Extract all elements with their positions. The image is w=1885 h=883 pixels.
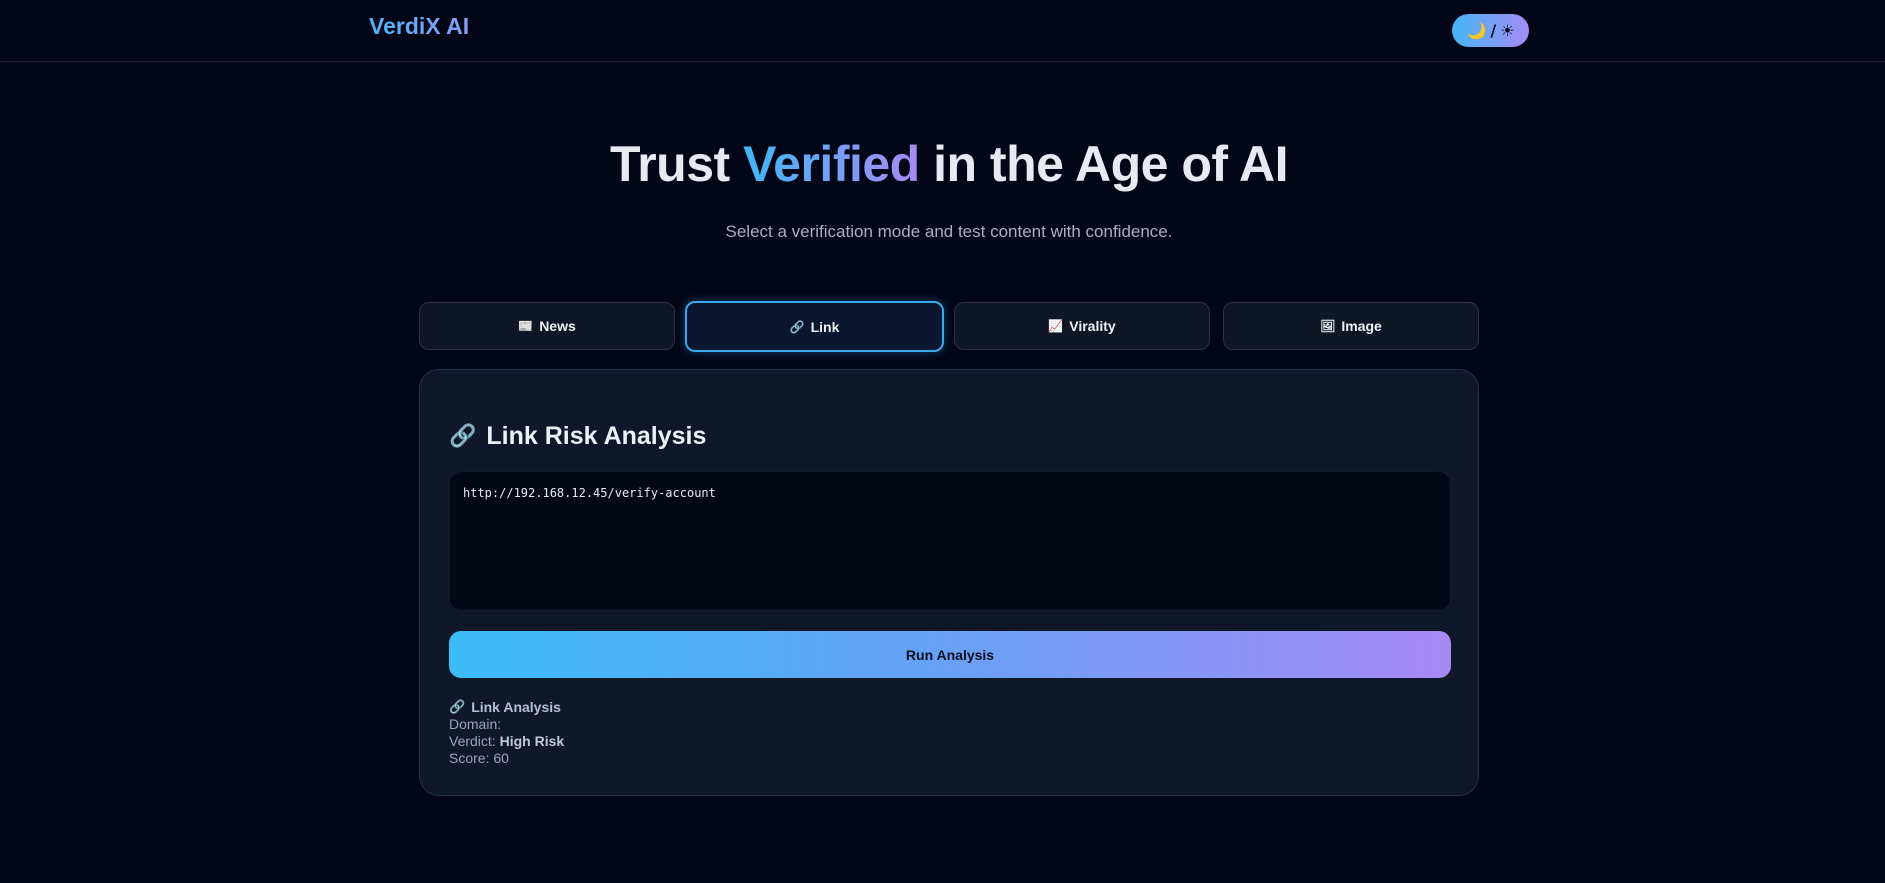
- tab-label: Image: [1341, 318, 1382, 334]
- tab-news[interactable]: 📰 News: [419, 302, 675, 350]
- hero-subtitle: Select a verification mode and test cont…: [725, 222, 1173, 241]
- moon-icon: 🌙: [1466, 21, 1487, 40]
- theme-toggle-button[interactable]: 🌙 / ☀: [1452, 14, 1529, 47]
- mode-tabs: 📰 News 🔗 Link 📈 Virality 🖼 Image: [419, 301, 1479, 352]
- verdict-label: Verdict:: [449, 733, 496, 749]
- tab-link[interactable]: 🔗 Link: [685, 301, 944, 352]
- result-heading: 🔗 Link Analysis: [449, 699, 564, 716]
- analysis-result: 🔗 Link Analysis Domain: Verdict: High Ri…: [449, 699, 564, 767]
- newspaper-icon: 📰: [518, 319, 534, 333]
- image-icon: 🖼: [1320, 319, 1336, 333]
- sun-icon: ☀: [1500, 21, 1515, 40]
- verdict-value: High Risk: [499, 733, 565, 749]
- hero-title-prefix: Trust: [609, 136, 744, 192]
- tab-label: Virality: [1069, 318, 1116, 334]
- link-icon: 🔗: [789, 319, 805, 334]
- hero-title: Trust Verified in the Age of AI: [0, 135, 1885, 193]
- hero-title-suffix: in the Age of AI: [919, 136, 1289, 192]
- chart-trend-icon: 📈: [1048, 319, 1064, 333]
- hero-title-accent: Verified: [743, 136, 920, 192]
- panel-title: 🔗 Link Risk Analysis: [449, 422, 706, 451]
- tab-label: News: [539, 318, 576, 334]
- brand-logo[interactable]: VerdiX AI: [369, 13, 469, 40]
- tab-image[interactable]: 🖼 Image: [1223, 302, 1479, 350]
- tab-label: Link: [810, 318, 840, 335]
- score-label: Score:: [449, 750, 490, 766]
- link-icon: 🔗: [449, 700, 466, 715]
- result-score: Score: 60: [449, 750, 564, 767]
- score-value: 60: [493, 750, 509, 766]
- result-domain: Domain:: [449, 716, 564, 733]
- result-verdict: Verdict: High Risk: [449, 733, 564, 750]
- link-analysis-panel: 🔗 Link Risk Analysis Run Analysis 🔗 Link…: [419, 369, 1479, 796]
- link-icon: 🔗: [449, 424, 477, 449]
- run-analysis-button[interactable]: Run Analysis: [449, 631, 1451, 678]
- result-heading-text: Link Analysis: [471, 699, 561, 715]
- theme-separator: /: [1490, 21, 1497, 40]
- url-input[interactable]: [449, 471, 1451, 611]
- panel-title-text: Link Risk Analysis: [486, 422, 707, 450]
- top-navigation-bar: VerdiX AI 🌙 / ☀: [0, 0, 1885, 62]
- tab-virality[interactable]: 📈 Virality: [954, 302, 1210, 350]
- domain-label: Domain:: [449, 716, 502, 732]
